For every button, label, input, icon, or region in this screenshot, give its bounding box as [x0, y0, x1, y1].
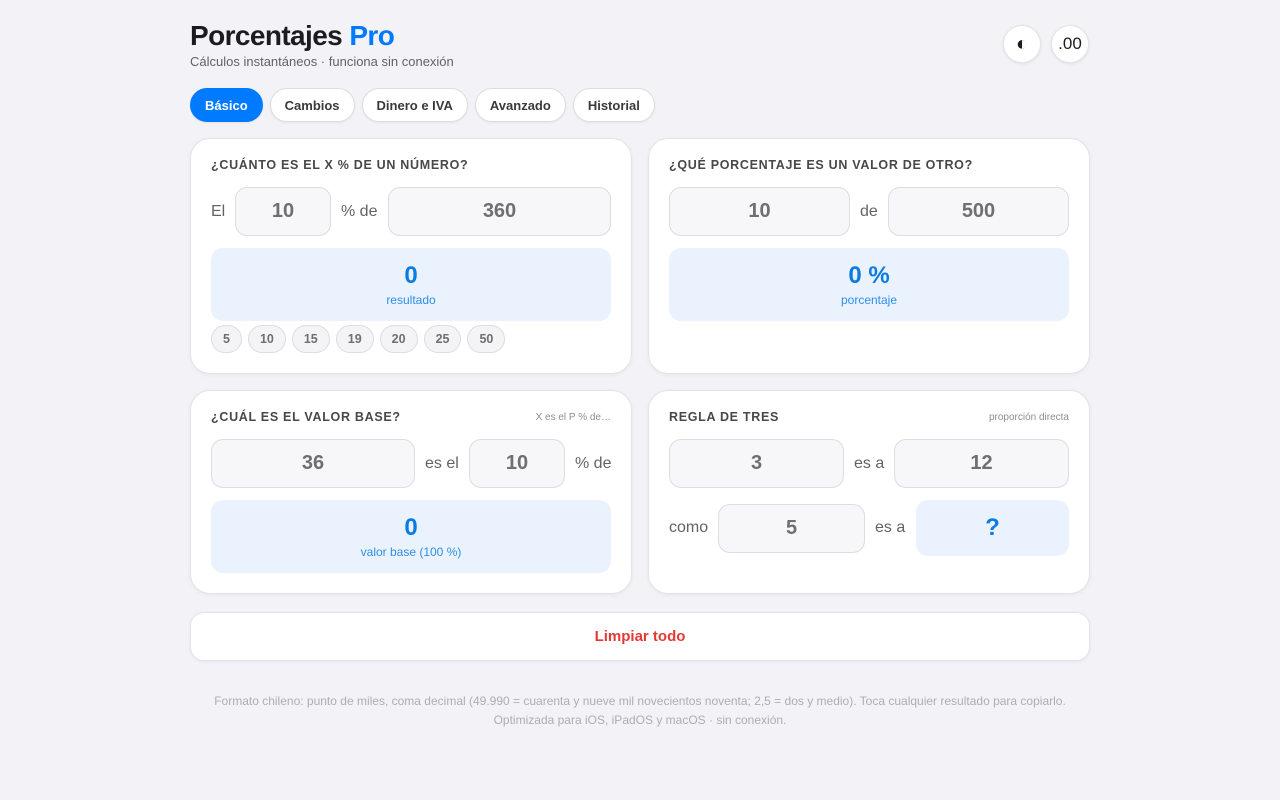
card-title: REGLA DE TRES: [669, 410, 780, 424]
of-label: de: [860, 203, 878, 220]
app-title-accent: Pro: [349, 20, 395, 51]
tab-dinero-iva[interactable]: Dinero e IVA: [361, 88, 468, 122]
result-value: ?: [985, 514, 1000, 541]
result-value: 0: [404, 514, 418, 541]
value-input[interactable]: 10: [669, 187, 850, 236]
percent-input[interactable]: 10: [235, 187, 331, 236]
result-caption: valor base (100 %): [360, 545, 462, 559]
card-rule-of-three: REGLA DE TRES proporción directa 3 es a …: [648, 390, 1090, 594]
c-input[interactable]: 5: [718, 504, 865, 553]
chip-20[interactable]: 20: [379, 325, 418, 353]
footer-line-1: Formato chileno: punto de miles, coma de…: [214, 694, 1066, 708]
number-input[interactable]: 360: [388, 187, 611, 236]
percent-of-label: % de: [341, 203, 378, 220]
tab-historial[interactable]: Historial: [572, 88, 655, 122]
app-title: Porcentajes Pro: [190, 19, 395, 53]
app-container: Porcentajes Pro Cálculos instantáneos · …: [190, 0, 1090, 727]
result-box[interactable]: 0 resultado: [211, 248, 611, 321]
chip-50[interactable]: 50: [467, 325, 506, 353]
app-title-main: Porcentajes: [190, 20, 343, 51]
percent-of-label: % de: [575, 455, 612, 472]
is-label: es el: [425, 455, 459, 472]
card-hint: proporción directa: [988, 412, 1069, 423]
card-title: ¿CUÁNTO ES EL X % DE UN NÚMERO?: [211, 158, 469, 172]
chip-5[interactable]: 5: [211, 325, 242, 353]
card-hint: X es el P % de…: [535, 412, 611, 423]
chip-15[interactable]: 15: [291, 325, 330, 353]
result-caption: porcentaje: [840, 293, 898, 307]
result-value: 0 %: [848, 262, 890, 289]
footer-note: Formato chileno: punto de miles, coma de…: [190, 692, 1090, 730]
clear-all-button[interactable]: Limpiar todo: [190, 612, 1090, 661]
tab-cambios[interactable]: Cambios: [269, 88, 355, 122]
card-what-percent: ¿QUÉ PORCENTAJE ES UN VALOR DE OTRO? 10 …: [648, 138, 1090, 374]
a-input[interactable]: 3: [669, 439, 844, 488]
theme-toggle-button[interactable]: ◐: [1003, 25, 1041, 63]
chip-10[interactable]: 10: [247, 325, 286, 353]
percent-input[interactable]: 10: [469, 439, 565, 488]
prefix-label: El: [211, 203, 226, 220]
result-box[interactable]: ?: [916, 500, 1069, 556]
b-input[interactable]: 12: [894, 439, 1069, 488]
total-input[interactable]: 500: [888, 187, 1069, 236]
result-value: 0: [404, 262, 418, 289]
chip-25[interactable]: 25: [423, 325, 462, 353]
value-input[interactable]: 36: [211, 439, 415, 488]
result-caption: resultado: [386, 293, 436, 307]
decimals-toggle-button[interactable]: .00: [1051, 25, 1089, 63]
quick-percent-chips: 5 10 15 19 20 25 50: [211, 325, 506, 353]
contrast-icon: ◐: [1015, 32, 1029, 55]
is-to-label: es a: [875, 519, 906, 536]
result-box[interactable]: 0 % porcentaje: [669, 248, 1069, 321]
tab-basico[interactable]: Básico: [190, 88, 263, 122]
card-title: ¿QUÉ PORCENTAJE ES UN VALOR DE OTRO?: [669, 158, 973, 172]
app-subtitle: Cálculos instantáneos · funciona sin con…: [190, 54, 454, 69]
is-to-label: es a: [854, 455, 885, 472]
as-label: como: [669, 519, 709, 536]
card-base-value: ¿CUÁL ES EL VALOR BASE? X es el P % de… …: [190, 390, 632, 594]
tab-bar: Básico Cambios Dinero e IVA Avanzado His…: [190, 88, 655, 122]
result-box[interactable]: 0 valor base (100 %): [211, 500, 611, 573]
tab-avanzado[interactable]: Avanzado: [474, 88, 566, 122]
footer-line-2: Optimizada para iOS, iPadOS y macOS · si…: [493, 713, 787, 727]
card-percent-of-number: ¿CUÁNTO ES EL X % DE UN NÚMERO? El 10 % …: [190, 138, 632, 374]
chip-19[interactable]: 19: [335, 325, 374, 353]
app-header: Porcentajes Pro Cálculos instantáneos · …: [190, 0, 1090, 88]
card-title: ¿CUÁL ES EL VALOR BASE?: [211, 410, 401, 424]
